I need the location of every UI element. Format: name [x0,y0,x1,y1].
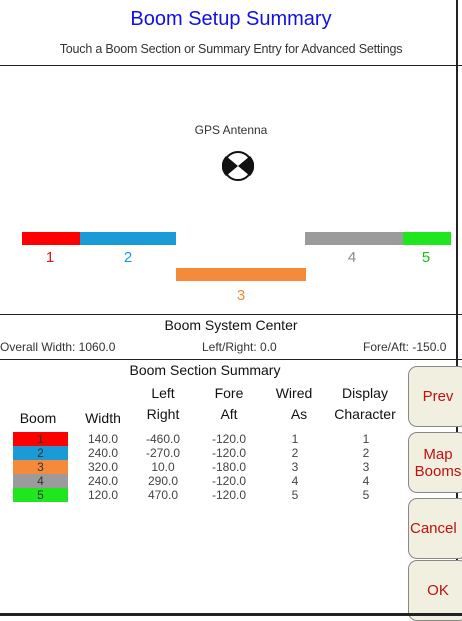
boom-color-swatch[interactable]: 2 [13,446,68,460]
cell-wired-as[interactable]: 3 [270,460,320,474]
overall-width-value[interactable]: Overall Width: 1060.0 [0,340,115,354]
gps-antenna-label: GPS Antenna [194,123,268,137]
col-header-display-line1: Display [342,385,388,401]
diagram-divider [0,314,462,315]
cell-left-right[interactable]: -270.0 [138,446,188,460]
cell-left-right[interactable]: 290.0 [138,474,188,488]
ok-button[interactable]: OK [408,560,462,621]
col-header-fore-aft: Fore Aft [204,385,254,422]
cell-fore-aft[interactable]: -120.0 [204,432,254,446]
col-header-display-line2: Character [334,406,396,422]
boom-color-swatch[interactable]: 5 [13,488,68,502]
header-divider [0,65,462,66]
col-header-wired-as-line2: As [290,406,308,422]
cell-wired-as[interactable]: 1 [270,432,320,446]
cell-left-right[interactable]: 470.0 [138,488,188,502]
page-title: Boom Setup Summary [130,8,332,30]
page-subtitle: Touch a Boom Section or Summary Entry fo… [59,42,403,56]
center-divider [0,359,462,360]
boom-section-3[interactable] [176,268,306,281]
cell-display[interactable]: 4 [341,474,391,488]
boom-section-5[interactable] [403,232,451,245]
cell-left-right[interactable]: 10.0 [138,460,188,474]
cell-fore-aft[interactable]: -120.0 [204,488,254,502]
cell-fore-aft[interactable]: -120.0 [204,446,254,460]
col-header-wired-as: Wired As [266,385,322,422]
cell-width[interactable]: 320.0 [78,460,128,474]
cell-display[interactable]: 5 [341,488,391,502]
col-header-boom: Boom [19,410,57,426]
boom-color-swatch[interactable]: 3 [13,460,68,474]
boom-color-swatch[interactable]: 4 [13,474,68,488]
cell-fore-aft[interactable]: -120.0 [204,474,254,488]
boom-section-1[interactable] [22,232,80,245]
cancel-button[interactable]: Cancel [408,498,462,559]
cell-display[interactable]: 3 [341,460,391,474]
fore-aft-value[interactable]: Fore/Aft: -150.0 [363,340,456,354]
boom-color-swatch[interactable]: 1 [13,432,68,446]
col-header-wired-as-line1: Wired [275,385,313,401]
boom-section-4[interactable] [305,232,403,245]
cell-display[interactable]: 2 [341,446,391,460]
col-header-fore-aft-line1: Fore [214,385,244,401]
col-header-left-right: Left Right [138,385,188,422]
gps-antenna-icon [222,151,254,181]
cell-wired-as[interactable]: 2 [270,446,320,460]
bottom-border [0,613,462,616]
col-header-fore-aft-line2: Aft [220,406,238,422]
cell-left-right[interactable]: -460.0 [138,432,188,446]
cell-wired-as[interactable]: 5 [270,488,320,502]
boom-section-1-number: 1 [45,249,55,266]
cell-width[interactable]: 240.0 [78,446,128,460]
boom-section-2[interactable] [80,232,176,245]
cell-width[interactable]: 120.0 [78,488,128,502]
col-header-left-right-line2: Right [146,406,180,422]
boom-section-summary-title: Boom Section Summary [129,362,281,378]
col-header-display-character: Display Character [322,385,408,422]
cell-wired-as[interactable]: 4 [270,474,320,488]
col-header-width: Width [85,410,121,426]
boom-system-center-title: Boom System Center [164,317,298,333]
cell-width[interactable]: 240.0 [78,474,128,488]
boom-section-3-number: 3 [236,287,246,304]
cell-fore-aft[interactable]: -180.0 [204,460,254,474]
boom-section-5-number: 5 [421,249,431,266]
col-header-left-right-line1: Left [151,385,175,401]
cell-display[interactable]: 1 [341,432,391,446]
left-right-value[interactable]: Left/Right: 0.0 [202,340,277,354]
map-booms-button[interactable]: Map Booms [408,432,462,493]
boom-section-2-number: 2 [123,249,133,266]
cell-width[interactable]: 140.0 [78,432,128,446]
boom-section-4-number: 4 [347,249,357,266]
prev-button[interactable]: Prev [408,366,462,427]
